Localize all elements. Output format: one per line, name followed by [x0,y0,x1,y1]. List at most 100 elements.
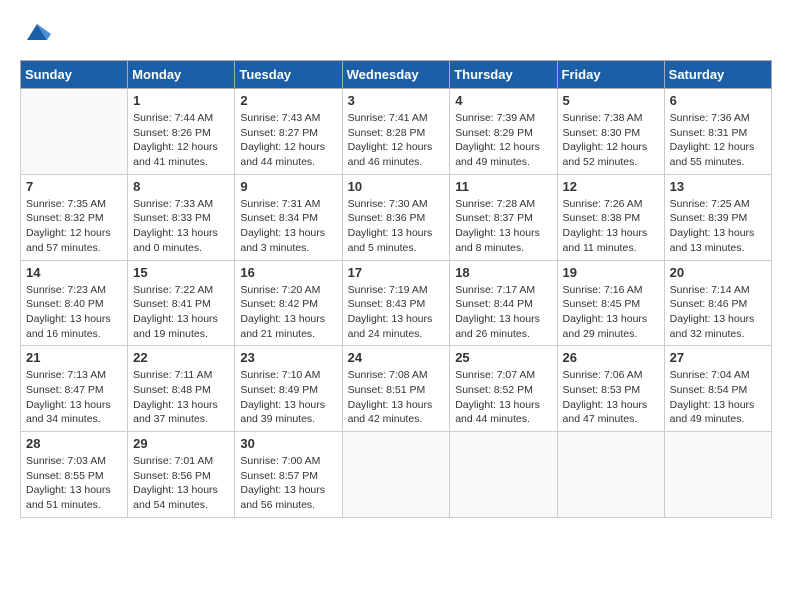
day-cell [557,432,664,518]
daylight-text: Daylight: 13 hours and 19 minutes. [133,312,229,341]
sunset-text: Sunset: 8:30 PM [563,126,659,141]
day-number: 13 [670,179,766,194]
week-row-2: 7Sunrise: 7:35 AMSunset: 8:32 PMDaylight… [21,174,772,260]
day-cell: 29Sunrise: 7:01 AMSunset: 8:56 PMDayligh… [128,432,235,518]
day-info: Sunrise: 7:19 AMSunset: 8:43 PMDaylight:… [348,283,445,342]
day-info: Sunrise: 7:10 AMSunset: 8:49 PMDaylight:… [240,368,336,427]
sunrise-text: Sunrise: 7:28 AM [455,197,551,212]
sunrise-text: Sunrise: 7:19 AM [348,283,445,298]
day-number: 24 [348,350,445,365]
day-cell [450,432,557,518]
day-number: 3 [348,93,445,108]
week-row-5: 28Sunrise: 7:03 AMSunset: 8:55 PMDayligh… [21,432,772,518]
daylight-text: Daylight: 12 hours and 57 minutes. [26,226,122,255]
day-info: Sunrise: 7:44 AMSunset: 8:26 PMDaylight:… [133,111,229,170]
day-cell: 30Sunrise: 7:00 AMSunset: 8:57 PMDayligh… [235,432,342,518]
sunrise-text: Sunrise: 7:43 AM [240,111,336,126]
day-cell: 5Sunrise: 7:38 AMSunset: 8:30 PMDaylight… [557,89,664,175]
daylight-text: Daylight: 13 hours and 54 minutes. [133,483,229,512]
day-cell: 13 Sunrise: 7:25 AMSunset: 8:39 PMDayligh… [664,174,771,260]
daylight-text: Daylight: 13 hours and 37 minutes. [133,398,229,427]
day-cell: 20Sunrise: 7:14 AMSunset: 8:46 PMDayligh… [664,260,771,346]
daylight-text: Daylight: 12 hours and 55 minutes. [670,140,766,169]
daylight-text: Daylight: 13 hours and 5 minutes. [348,226,445,255]
day-cell: 8Sunrise: 7:33 AMSunset: 8:33 PMDaylight… [128,174,235,260]
sunrise-text: Sunrise: 7:08 AM [348,368,445,383]
week-row-1: 1 Sunrise: 7:44 AMSunset: 8:26 PMDaylight… [21,89,772,175]
daylight-text: Daylight: 13 hours and 29 minutes. [563,312,659,341]
day-cell: 19Sunrise: 7:16 AMSunset: 8:45 PMDayligh… [557,260,664,346]
day-cell [342,432,450,518]
logo-blue [20,20,51,44]
sunrise-text: Sunrise: 7:41 AM [348,111,445,126]
day-number: 6 [670,93,766,108]
daylight-text: Daylight: 13 hours and 42 minutes. [348,398,445,427]
sunset-text: Sunset: 8:27 PM [240,126,336,141]
day-number: 5 [563,93,659,108]
daylight-text: Daylight: 13 hours and 16 minutes. [26,312,122,341]
sunrise-text: Sunrise: 7:38 AM [563,111,659,126]
sunrise-text: Sunrise: 7:00 AM [240,454,336,469]
day-number: 21 [26,350,122,365]
weekday-header-thursday: Thursday [450,61,557,89]
day-cell: 10Sunrise: 7:30 AMSunset: 8:36 PMDayligh… [342,174,450,260]
sunrise-text: Sunrise: 7:31 AM [240,197,336,212]
sunset-text: Sunset: 8:47 PM [26,383,122,398]
daylight-text: Daylight: 13 hours and 26 minutes. [455,312,551,341]
day-cell: 2Sunrise: 7:43 AMSunset: 8:27 PMDaylight… [235,89,342,175]
day-cell: 9 Sunrise: 7:31 AMSunset: 8:34 PMDaylight… [235,174,342,260]
daylight-text: Daylight: 13 hours and 0 minutes. [133,226,229,255]
daylight-text: Daylight: 13 hours and 49 minutes. [670,398,766,427]
sunset-text: Sunset: 8:29 PM [455,126,551,141]
day-info: Sunrise: 7:31 AMSunset: 8:34 PMDaylight:… [240,197,336,256]
day-cell [21,89,128,175]
day-cell: 23Sunrise: 7:10 AMSunset: 8:49 PMDayligh… [235,346,342,432]
sunrise-text: Sunrise: 7:14 AM [670,283,766,298]
daylight-text: Daylight: 12 hours and 44 minutes. [240,140,336,169]
day-info: Sunrise: 7:25 AMSunset: 8:39 PMDaylight:… [670,197,766,256]
day-number: 8 [133,179,229,194]
sunset-text: Sunset: 8:40 PM [26,297,122,312]
day-info: Sunrise: 7:01 AMSunset: 8:56 PMDaylight:… [133,454,229,513]
sunset-text: Sunset: 8:37 PM [455,211,551,226]
day-info: Sunrise: 7:07 AMSunset: 8:52 PMDaylight:… [455,368,551,427]
calendar-table: SundayMondayTuesdayWednesdayThursdayFrid… [20,60,772,518]
sunset-text: Sunset: 8:39 PM [670,211,766,226]
sunrise-text: Sunrise: 7:13 AM [26,368,122,383]
day-info: Sunrise: 7:17 AMSunset: 8:44 PMDaylight:… [455,283,551,342]
day-number: 1 [133,93,229,108]
day-info: Sunrise: 7:26 AMSunset: 8:38 PMDaylight:… [563,197,659,256]
sunset-text: Sunset: 8:42 PM [240,297,336,312]
sunset-text: Sunset: 8:48 PM [133,383,229,398]
day-number: 27 [670,350,766,365]
daylight-text: Daylight: 13 hours and 13 minutes. [670,226,766,255]
daylight-text: Daylight: 13 hours and 39 minutes. [240,398,336,427]
day-number: 25 [455,350,551,365]
day-number: 7 [26,179,122,194]
day-cell: 18Sunrise: 7:17 AMSunset: 8:44 PMDayligh… [450,260,557,346]
day-cell: 3Sunrise: 7:41 AMSunset: 8:28 PMDaylight… [342,89,450,175]
day-number: 12 [563,179,659,194]
sunrise-text: Sunrise: 7:07 AM [455,368,551,383]
day-cell: 27Sunrise: 7:04 AMSunset: 8:54 PMDayligh… [664,346,771,432]
day-cell: 21 Sunrise: 7:13 AMSunset: 8:47 PMDayligh… [21,346,128,432]
weekday-header-tuesday: Tuesday [235,61,342,89]
sunset-text: Sunset: 8:52 PM [455,383,551,398]
sunrise-text: Sunrise: 7:26 AM [563,197,659,212]
day-cell: 25 Sunrise: 7:07 AMSunset: 8:52 PMDayligh… [450,346,557,432]
day-cell: 14Sunrise: 7:23 AMSunset: 8:40 PMDayligh… [21,260,128,346]
sunrise-text: Sunrise: 7:33 AM [133,197,229,212]
daylight-text: Daylight: 13 hours and 47 minutes. [563,398,659,427]
day-cell: 24Sunrise: 7:08 AMSunset: 8:51 PMDayligh… [342,346,450,432]
sunrise-text: Sunrise: 7:25 AM [670,197,766,212]
daylight-text: Daylight: 13 hours and 34 minutes. [26,398,122,427]
sunrise-text: Sunrise: 7:16 AM [563,283,659,298]
sunset-text: Sunset: 8:43 PM [348,297,445,312]
week-row-4: 21Sunrise: 7:13 AMSunset: 8:47 PMDayligh… [21,346,772,432]
day-number: 9 [240,179,336,194]
day-cell: 16Sunrise: 7:20 AMSunset: 8:42 PMDayligh… [235,260,342,346]
day-number: 28 [26,436,122,451]
day-number: 10 [348,179,445,194]
sunrise-text: Sunrise: 7:35 AM [26,197,122,212]
day-info: Sunrise: 7:28 AMSunset: 8:37 PMDaylight:… [455,197,551,256]
